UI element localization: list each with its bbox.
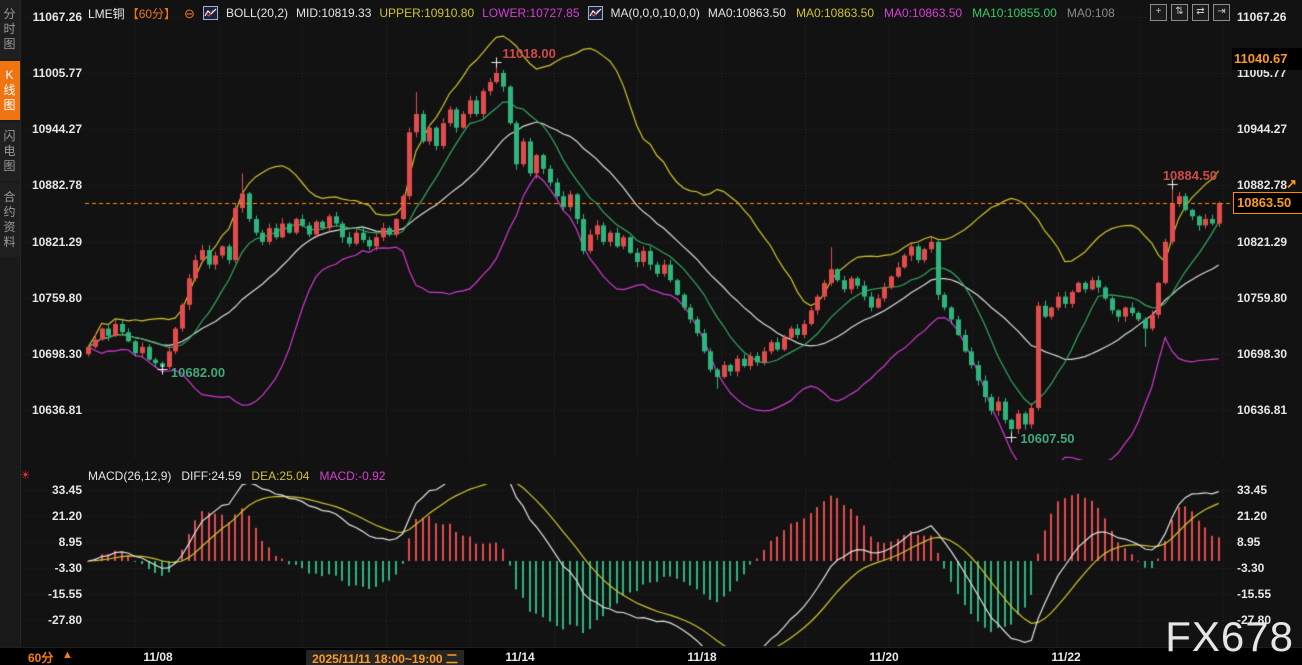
boll-name: BOLL(20,2) [226,6,288,20]
date-axis-label: 11/20 [869,650,898,664]
price-axis-label: 10636.81 [1237,403,1287,417]
macd-macd-value: MACD:-0.92 [319,469,385,483]
x-axis-zoom-icon[interactable]: ⇄ [1192,4,1209,21]
chart-type-sidebar: 分时图 K线图闪电图合约资料 [0,0,21,647]
date-axis-label: 11/08 [143,650,172,664]
macd-axis-label: -15.55 [1237,587,1271,601]
macd-axis-label: 33.45 [22,483,82,497]
date-axis-label: 11/14 [505,650,534,664]
price-axis-label: 10882.78 [22,178,82,192]
ma-chart-icon [588,6,603,20]
price-axis-label: 10882.78 [1237,178,1287,192]
selected-candle-datetime: 2025/11/11 18:00~19:00 二 [306,650,464,665]
high-price-marker: 11018.00 [502,46,556,61]
ma-value: MA0:108 [1067,6,1115,20]
ma-value: MA0:10863.50 [708,6,786,20]
price-axis-label: 10759.80 [1237,291,1287,305]
macd-diff-value: DIFF:24.59 [181,469,241,483]
sidebar-tab-candlestick-chart[interactable]: K线图 [0,61,20,120]
sidebar-tab-time-share-chart[interactable]: 分时图 [0,0,20,59]
indicator-settings-icon[interactable]: ⊖ [184,7,195,20]
price-axis-label: 10636.81 [22,403,82,417]
ma-name: MA(0,0,0,10,0,0) [611,6,700,20]
macd-axis-label: 21.20 [1237,509,1267,523]
ma-value: MA0:10863.50 [796,6,874,20]
price-axis-label: 11067.26 [22,10,82,24]
ma-value: MA0:10863.50 [884,6,962,20]
high-price-marker: 10884.50 [1163,168,1217,183]
price-axis-label: 10759.80 [22,291,82,305]
go-to-latest-icon[interactable]: ⇥ [1213,4,1230,21]
low-price-marker: 10682.00 [171,365,225,380]
date-axis-label: 11/22 [1051,650,1080,664]
session-high-tag: 11040.67 [1232,48,1302,70]
boll-lower-value: LOWER:10727.85 [482,6,579,20]
price-axis-label: 10698.30 [1237,347,1287,361]
timeframe-selector[interactable]: 60分 [28,649,53,665]
time-axis-bar [0,647,1302,665]
trading-app-window: 分时图 K线图闪电图合约资料 LME铜 【60分】 ⊖ BOLL(20,2) MI… [0,0,1302,665]
sidebar-tab-label: 分时图 [3,7,16,52]
macd-header: MACD(26,12,9) DIFF:24.59 DEA:25.04 MACD:… [88,469,385,483]
price-macd-chart-canvas[interactable] [0,0,1302,665]
low-price-marker: 10607.50 [1020,431,1074,446]
y-axis-zoom-icon[interactable]: ⇅ [1171,4,1188,21]
sidebar-tab-lightning-chart[interactable]: 闪电图 [0,122,20,181]
macd-axis-label: -15.55 [22,587,82,601]
macd-axis-label: -3.30 [1237,561,1264,575]
macd-axis-label: 21.20 [22,509,82,523]
chart-toolbar: +⇅⇄⇥ [1150,4,1230,21]
date-axis-label: 11/18 [687,650,716,664]
symbol-name: LME铜 [88,5,125,22]
price-axis-label: 10698.30 [22,347,82,361]
last-price-tag: 10863.50 [1233,192,1302,214]
macd-axis-label: 33.45 [1237,483,1267,497]
boll-upper-value: UPPER:10910.80 [379,6,474,20]
sidebar-tab-label: 合约资料 [3,190,16,250]
boll-chart-icon [203,6,218,20]
crosshair-icon[interactable]: + [1150,4,1167,21]
macd-settings-icon[interactable]: ☀ [20,468,31,482]
ma-values: MA0:10863.50 MA0:10863.50 MA0:10863.50 MA10… [708,6,1115,20]
macd-axis-label: -3.30 [22,561,82,575]
period-label: 【60分】 [127,5,176,22]
macd-axis-label: 8.95 [1237,535,1260,549]
sidebar-tab-label: K线图 [3,68,16,113]
price-axis-label: 10944.27 [22,122,82,136]
macd-name: MACD(26,12,9) [88,469,171,483]
ma-value: MA10:10855.00 [972,6,1057,20]
watermark: FX678 [1165,613,1294,661]
macd-axis-label: 8.95 [22,535,82,549]
price-axis-label: 10821.29 [22,235,82,249]
price-axis-label: 11005.77 [22,66,82,80]
go-to-latest-arrow-icon[interactable]: ↗ [1286,176,1297,192]
price-axis-label: 10944.27 [1237,122,1287,136]
price-axis-label: 10821.29 [1237,235,1287,249]
sidebar-tab-label: 闪电图 [3,129,16,174]
chart-header: LME铜 【60分】 ⊖ BOLL(20,2) MID:10819.33 UPP… [88,4,1115,22]
sidebar-tab-contract-info[interactable]: 合约资料 [0,183,20,257]
price-axis-label: 11067.26 [1237,10,1286,24]
macd-dea-value: DEA:25.04 [251,469,309,483]
timeframe-up-icon[interactable]: ▲ [62,649,73,661]
macd-axis-label: -27.80 [22,613,82,627]
boll-mid-value: MID:10819.33 [296,6,371,20]
